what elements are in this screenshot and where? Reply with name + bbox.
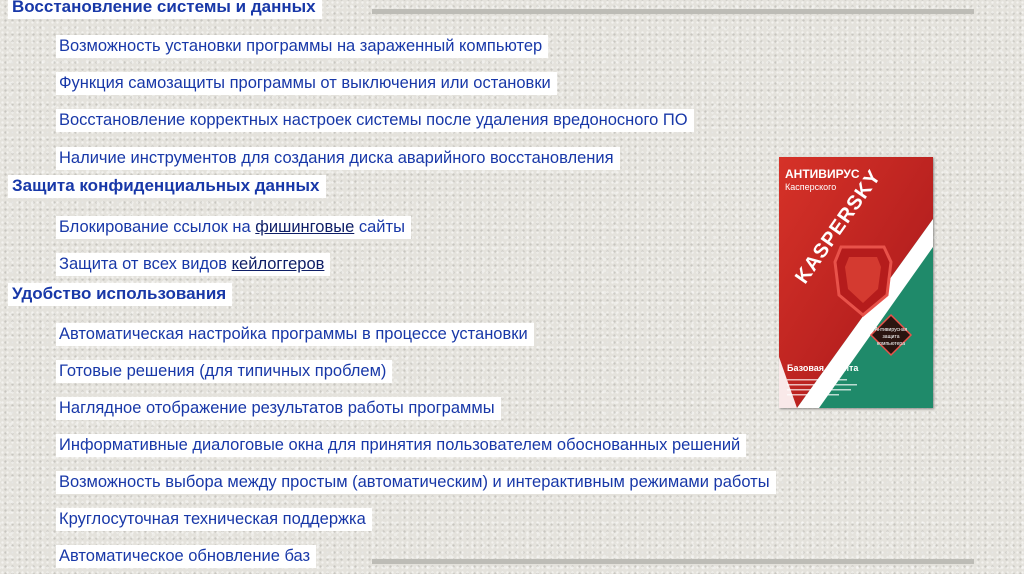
item-text: Блокирование ссылок на [59, 218, 256, 236]
list-item: Функция самозащиты программы от выключен… [56, 72, 557, 95]
section-heading-privacy: Защита конфиденциальных данных [8, 175, 326, 198]
list-item: Возможность установки программы на зараж… [56, 35, 549, 58]
product-box-art: АНТИВИРУС Касперского KASPERSKY Антивиру… [779, 157, 933, 408]
item-text: Защита от всех видов [59, 255, 232, 273]
list-item: Наглядное отображение результатов работы… [56, 397, 501, 420]
product-title: АНТИВИРУС [785, 167, 860, 181]
section-heading-usability: Удобство использования [8, 283, 233, 306]
bottom-divider [372, 559, 974, 564]
section-heading-recovery: Восстановление системы и данных [8, 0, 322, 19]
badge-line-2: защита [883, 334, 900, 340]
badge-line-3: компьютера [877, 341, 905, 347]
top-divider [372, 9, 974, 14]
keylogger-link[interactable]: кейлоггеров [232, 255, 325, 273]
list-item: Готовые решения (для типичных проблем) [56, 360, 393, 383]
product-subtitle: Касперского [785, 182, 836, 192]
phishing-link[interactable]: фишинговые [255, 218, 354, 236]
list-item: Защита от всех видов кейлоггеров [56, 253, 331, 276]
badge-line-1: Антивирусная [875, 327, 908, 333]
list-item: Круглосуточная техническая поддержка [56, 508, 372, 531]
product-edition: Базовая защита [787, 363, 859, 373]
list-item: Наличие инструментов для создания диска … [56, 147, 620, 170]
list-item: Автоматическое обновление баз [56, 545, 317, 568]
item-text: сайты [354, 218, 405, 236]
list-item: Возможность выбора между простым (автома… [56, 471, 776, 494]
list-item: Автоматическая настройка программы в про… [56, 323, 534, 346]
list-item: Блокирование ссылок на фишинговые сайты [56, 216, 411, 239]
list-item: Информативные диалоговые окна для принят… [56, 434, 747, 457]
product-box-image: АНТИВИРУС Касперского KASPERSKY Антивиру… [779, 157, 933, 408]
list-item: Восстановление корректных настроек систе… [56, 109, 694, 132]
